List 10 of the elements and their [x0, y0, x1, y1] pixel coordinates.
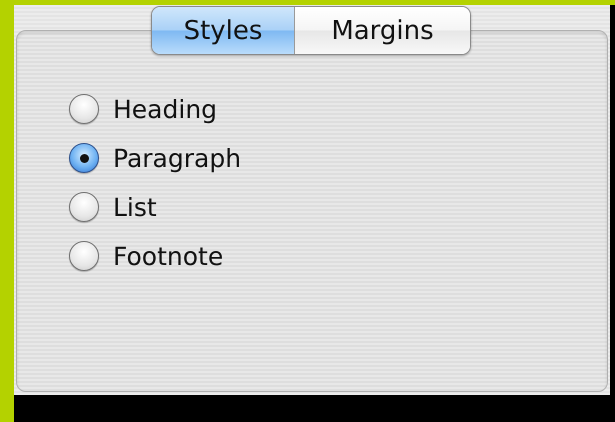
radio-label: List: [113, 192, 157, 222]
radio-button[interactable]: [69, 143, 99, 173]
radio-button[interactable]: [69, 94, 99, 124]
tab[interactable]: Margins: [294, 7, 470, 54]
radio-button[interactable]: [69, 192, 99, 222]
radio-label: Heading: [113, 94, 218, 124]
tab[interactable]: Styles: [152, 7, 294, 54]
radio-label: Footnote: [113, 242, 224, 270]
radio-label: Paragraph: [113, 144, 242, 172]
radio-button[interactable]: [69, 241, 99, 271]
